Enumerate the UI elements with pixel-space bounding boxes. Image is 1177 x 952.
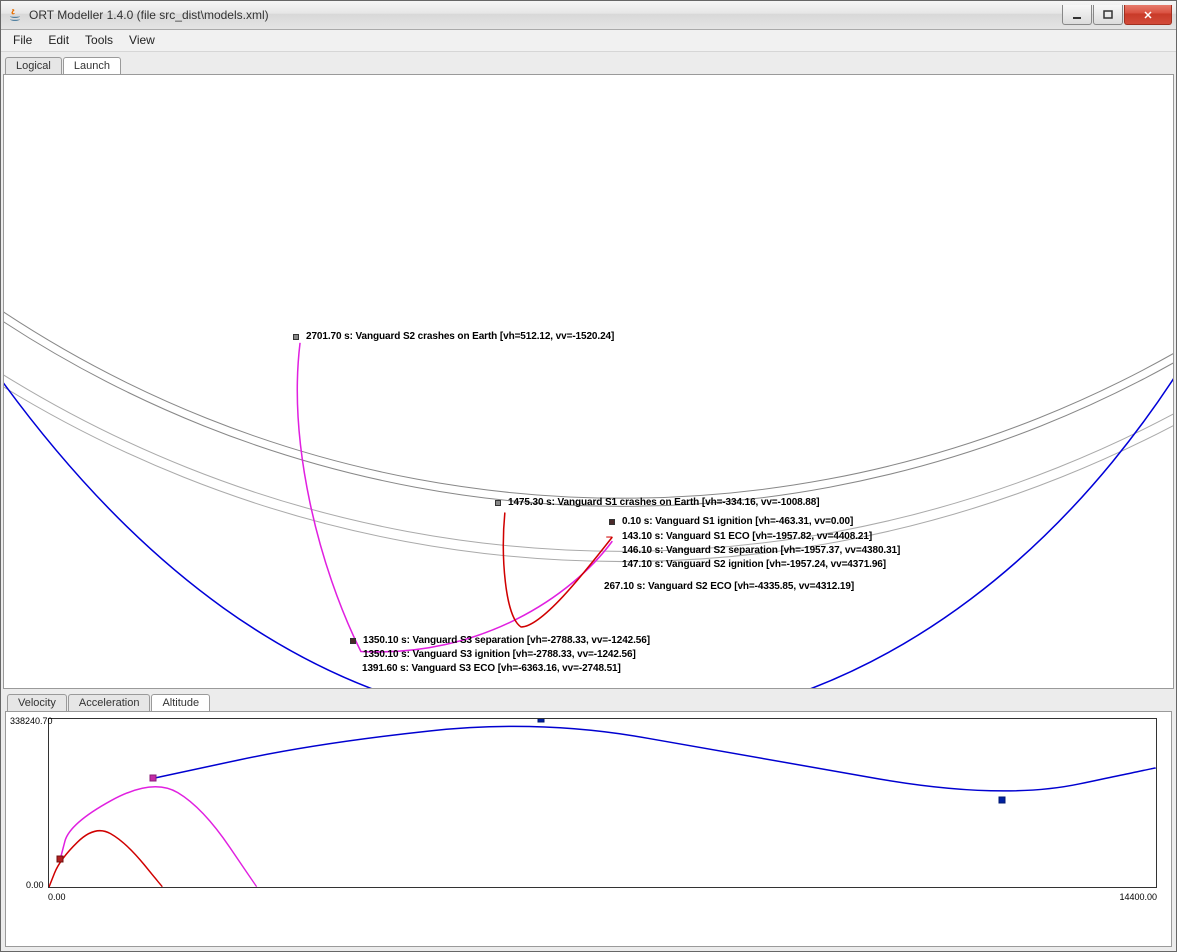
tab-launch[interactable]: Launch <box>63 57 121 74</box>
tab-velocity[interactable]: Velocity <box>7 694 67 711</box>
java-icon <box>7 7 23 23</box>
trajectory-canvas <box>4 75 1173 688</box>
event-label: 1350.10 s: Vanguard S3 ignition [vh=-278… <box>363 649 636 660</box>
close-button[interactable] <box>1124 5 1172 25</box>
x-max-label: 14400.00 <box>1119 892 1157 902</box>
lower-pane: Velocity Acceleration Altitude 338240.70… <box>3 689 1174 949</box>
event-label: 147.10 s: Vanguard S2 ignition [vh=-1957… <box>622 559 886 570</box>
altitude-chart-panel: 338240.70 0.00 0.00 14400.00 <box>5 711 1172 947</box>
event-label: 1391.60 s: Vanguard S3 ECO [vh=-6363.16,… <box>362 663 621 674</box>
chart-point[interactable] <box>999 797 1006 804</box>
altitude-chart[interactable] <box>48 718 1157 888</box>
event-label: 1350.10 s: Vanguard S3 separation [vh=-2… <box>363 635 650 646</box>
tab-altitude[interactable]: Altitude <box>151 694 210 711</box>
event-label: 2701.70 s: Vanguard S2 crashes on Earth … <box>306 331 614 342</box>
event-label: 0.10 s: Vanguard S1 ignition [vh=-463.31… <box>622 516 853 527</box>
menu-edit[interactable]: Edit <box>40 31 77 49</box>
event-marker[interactable] <box>293 334 299 340</box>
window-title: ORT Modeller 1.4.0 (file src_dist\models… <box>29 8 1062 22</box>
chart-point[interactable] <box>149 774 156 781</box>
lower-tabs: Velocity Acceleration Altitude <box>7 691 1172 711</box>
event-marker[interactable] <box>495 500 501 506</box>
event-marker[interactable] <box>350 638 356 644</box>
y-max-label: 338240.70 <box>10 716 53 726</box>
event-label: 267.10 s: Vanguard S2 ECO [vh=-4335.85, … <box>604 581 854 592</box>
menu-file[interactable]: File <box>5 31 40 49</box>
event-label: 1475.30 s: Vanguard S1 crashes on Earth … <box>508 497 819 508</box>
event-label: 146.10 s: Vanguard S2 separation [vh=-19… <box>622 545 900 556</box>
menubar: File Edit Tools View <box>1 30 1176 51</box>
y-min-label: 0.00 <box>26 880 44 890</box>
chart-point[interactable] <box>57 856 64 863</box>
tab-logical[interactable]: Logical <box>5 57 62 74</box>
tab-acceleration[interactable]: Acceleration <box>68 694 151 711</box>
menu-tools[interactable]: Tools <box>77 31 121 49</box>
content-area: Logical Launch <box>1 52 1176 951</box>
window-buttons <box>1062 5 1172 25</box>
window-frame: ORT Modeller 1.4.0 (file src_dist\models… <box>0 0 1177 952</box>
event-marker[interactable] <box>609 519 615 525</box>
chart-point[interactable] <box>538 718 545 723</box>
menu-view[interactable]: View <box>121 31 163 49</box>
trajectory-panel[interactable]: 2701.70 s: Vanguard S2 crashes on Earth … <box>3 74 1174 689</box>
minimize-button[interactable] <box>1062 5 1092 25</box>
event-label: 143.10 s: Vanguard S1 ECO [vh=-1957.82, … <box>622 531 872 542</box>
x-min-label: 0.00 <box>48 892 66 902</box>
titlebar[interactable]: ORT Modeller 1.4.0 (file src_dist\models… <box>1 1 1176 30</box>
maximize-button[interactable] <box>1093 5 1123 25</box>
main-tabs: Logical Launch <box>5 54 1174 74</box>
